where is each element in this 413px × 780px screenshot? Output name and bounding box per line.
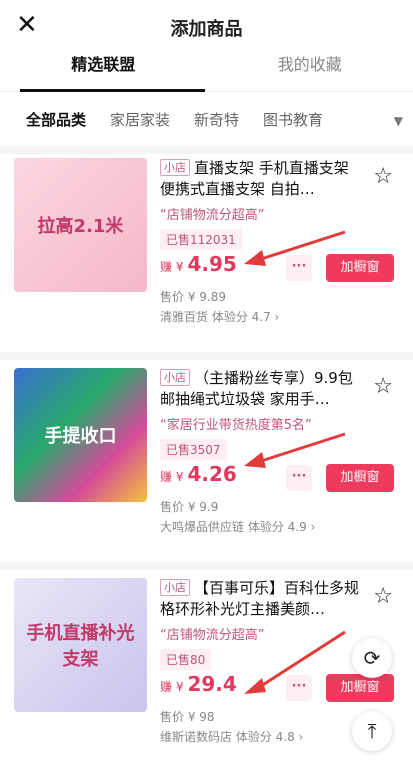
commission-label: 赚 ¥	[160, 260, 183, 274]
product-image[interactable]: 手提收口	[14, 368, 147, 502]
product-name[interactable]: 小店【百事可乐】百科仕多规格环形补光灯主播美颜…	[160, 578, 360, 620]
shop-info[interactable]: 大鸣爆品供应链 体验分 4.9 ›	[160, 518, 315, 535]
highlight: “店铺物流分超高”	[160, 624, 360, 643]
sold-badge: 已售3507	[160, 439, 227, 460]
category-home[interactable]: 家居家装	[110, 109, 170, 130]
commission: 赚 ¥ 4.95	[160, 252, 237, 276]
shop-name: 大鸣爆品供应链 体验分 4.9	[160, 520, 307, 534]
sale-price: 售价 ¥ 9.89	[160, 288, 226, 305]
add-to-showcase-button[interactable]: 加橱窗	[326, 254, 394, 282]
sale-price: 售价 ¥ 98	[160, 708, 215, 725]
product-name[interactable]: 小店直播支架 手机直播支架 便携式直播支架 自拍…	[160, 158, 360, 200]
highlight: “家居行业带货热度第5名”	[160, 414, 360, 433]
category-novelty[interactable]: 新奇特	[194, 109, 239, 130]
star-icon[interactable]: ☆	[373, 374, 393, 399]
star-icon[interactable]: ☆	[373, 584, 393, 609]
shop-tag: 小店	[160, 369, 190, 386]
caret-down-icon[interactable]: ▼	[386, 114, 403, 128]
highlight: “店铺物流分超高”	[160, 204, 360, 223]
product-image-text: 拉高2.1米	[32, 206, 130, 244]
shop-info[interactable]: 维斯诺数码店 体验分 4.8 ›	[160, 728, 303, 745]
shop-info[interactable]: 清雅百货 体验分 4.7 ›	[160, 308, 279, 325]
arrow-up-icon: ⤒	[368, 719, 377, 743]
tab-favorites[interactable]: 我的收藏	[207, 52, 413, 91]
category-bar: 全部品类 家居家装 新奇特 图书教育 ▼	[0, 92, 413, 154]
add-to-showcase-button[interactable]: 加橱窗	[326, 464, 394, 492]
commission-label: 赚 ¥	[160, 680, 183, 694]
product-card[interactable]: 手提收口 小店（主播粉丝专享）9.9包邮抽绳式垃圾袋 家用手… “家居行业带货热…	[0, 360, 413, 570]
category-books[interactable]: 图书教育	[263, 109, 323, 130]
product-image[interactable]: 拉高2.1米	[14, 158, 147, 292]
star-icon[interactable]: ☆	[373, 164, 393, 189]
commission: 赚 ¥ 29.4	[160, 672, 237, 696]
message-icon[interactable]: ···	[286, 465, 312, 491]
commission-value: 4.26	[187, 462, 236, 486]
shop-tag: 小店	[160, 579, 190, 596]
header: ✕ 添加商品	[0, 0, 413, 52]
divider	[0, 352, 413, 360]
tab-bar: 精选联盟 我的收藏	[0, 52, 413, 92]
page-title: 添加商品	[0, 15, 413, 41]
shop-name: 维斯诺数码店 体验分 4.8	[160, 730, 295, 744]
product-card[interactable]: 手机直播补光支架 小店【百事可乐】百科仕多规格环形补光灯主播美颜… “店铺物流分…	[0, 570, 413, 780]
shop-name: 清雅百货 体验分 4.7	[160, 310, 271, 324]
commission: 赚 ¥ 4.26	[160, 462, 237, 486]
product-image-text: 手机直播补光支架	[14, 613, 147, 677]
product-name[interactable]: 小店（主播粉丝专享）9.9包邮抽绳式垃圾袋 家用手…	[160, 368, 360, 410]
shop-tag: 小店	[160, 159, 190, 176]
sold-badge: 已售80	[160, 649, 211, 670]
add-to-showcase-button[interactable]: 加橱窗	[326, 674, 394, 702]
message-icon[interactable]: ···	[286, 675, 312, 701]
divider	[0, 562, 413, 570]
refresh-icon: ⟳	[364, 646, 381, 670]
category-all[interactable]: 全部品类	[26, 109, 86, 130]
tab-featured[interactable]: 精选联盟	[0, 52, 207, 91]
commission-label: 赚 ¥	[160, 470, 183, 484]
commission-value: 29.4	[187, 672, 236, 696]
product-card[interactable]: 拉高2.1米 小店直播支架 手机直播支架 便携式直播支架 自拍… “店铺物流分超…	[0, 150, 413, 360]
sale-price: 售价 ¥ 9.9	[160, 498, 218, 515]
product-image-text: 手提收口	[39, 416, 123, 454]
message-icon[interactable]: ···	[286, 255, 312, 281]
sold-badge: 已售112031	[160, 229, 242, 250]
product-image[interactable]: 手机直播补光支架	[14, 578, 147, 712]
back-to-top-button[interactable]: ⤒	[352, 711, 392, 751]
commission-value: 4.95	[187, 252, 236, 276]
refresh-button[interactable]: ⟳	[352, 638, 392, 678]
